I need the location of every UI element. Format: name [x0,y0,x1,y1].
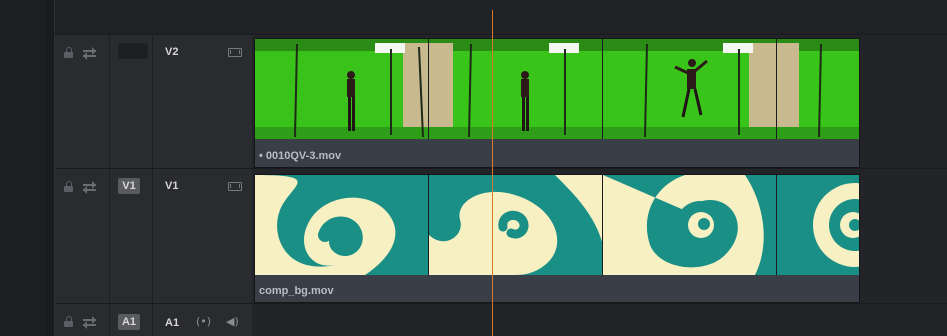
timeline-area[interactable]: • 0010QV-3.mov comp_bg.mov [252,0,947,336]
clip-0010QV-3[interactable]: • 0010QV-3.mov [254,38,860,168]
clip-label: • 0010QV-3.mov [259,150,342,162]
clip-thumbnails [255,39,859,139]
playhead[interactable] [492,10,493,336]
clip-label: comp_bg.mov [259,285,334,297]
left-gutter-divider[interactable] [46,0,55,336]
destination-control-v2[interactable] [118,43,148,59]
timeline-header [252,0,947,35]
film-icon[interactable] [228,182,242,191]
track-v1[interactable]: comp_bg.mov [252,169,947,304]
sync-icon[interactable] [83,47,96,60]
track-header-column: V2 V1 V1 A1 A1 (•) ◀) [55,0,252,336]
speaker-icon[interactable]: ◀) [226,316,239,328]
track-name-v1: V1 [165,180,179,192]
clip-thumbnails [255,175,859,275]
sync-icon[interactable] [83,181,96,194]
track-a1[interactable] [252,304,947,336]
track-header-v1: V1 V1 [55,169,252,304]
lock-icon[interactable] [64,181,74,192]
track-v2[interactable]: • 0010QV-3.mov [252,35,947,169]
monitor-icon[interactable]: (•) [196,316,211,328]
film-icon[interactable] [228,48,242,57]
track-name-a1: A1 [165,317,180,329]
sync-icon[interactable] [83,316,96,329]
left-gutter [0,0,47,336]
timeline-editor: V2 V1 V1 A1 A1 (•) ◀) • 0010QV-3.mov com… [0,0,947,336]
track-header-v2: V2 [55,35,252,169]
destination-control-a1[interactable]: A1 [118,314,140,330]
track-header-a1: A1 A1 (•) ◀) [55,304,252,336]
clip-comp-bg[interactable]: comp_bg.mov [254,174,860,303]
destination-control-v1[interactable]: V1 [118,178,140,194]
header-top-empty [55,0,252,35]
track-name-v2: V2 [165,46,179,58]
lock-icon[interactable] [64,47,74,58]
lock-icon[interactable] [64,316,74,327]
